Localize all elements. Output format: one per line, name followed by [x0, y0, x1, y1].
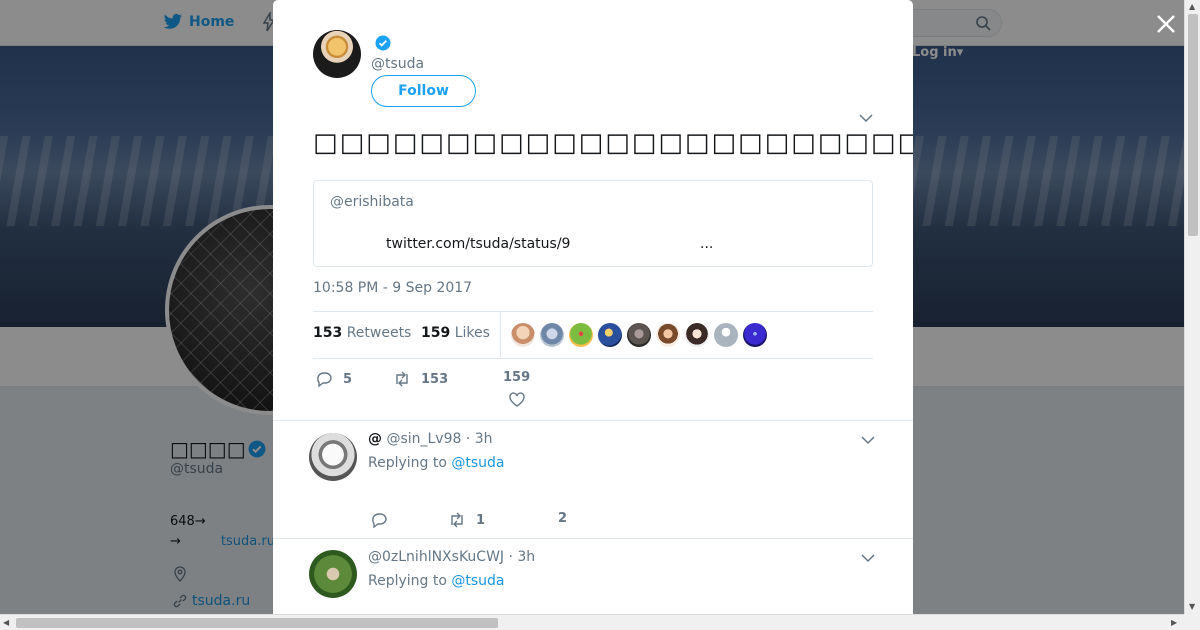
heart-icon [508, 392, 525, 407]
reply-button[interactable] [370, 511, 388, 529]
liker-avatar[interactable] [743, 323, 767, 347]
retweet-count: 1 [476, 512, 486, 528]
reply-icon [317, 372, 332, 388]
likes-label: Likes [454, 325, 490, 341]
replying-to-link[interactable]: @tsuda [451, 573, 504, 589]
stats-divider [500, 312, 501, 358]
replying-prefix: Replying to [368, 455, 447, 471]
replying-to-link[interactable]: @tsuda [451, 455, 504, 471]
horizontal-scroll-thumb[interactable] [16, 618, 498, 628]
reply-handle[interactable]: @sin_Lv98 [386, 431, 461, 447]
liker-avatar[interactable] [656, 323, 680, 347]
like-button[interactable]: 2 [558, 511, 567, 526]
tweet-text: □□□□□□□□□□□□□□□□□□□□□□□□□□□□□□□□□□□□□□□□… [313, 128, 913, 158]
quoted-user[interactable]: @erishibata [330, 194, 414, 210]
replying-prefix: Replying to [368, 573, 447, 589]
reply-header: @ @sin_Lv98 · 3h [368, 431, 493, 447]
reply-tweet[interactable]: @0zLnihlNXsKuCWJ · 3h Replying to @tsuda [273, 539, 913, 614]
tweet-modal: @tsuda Follow □□□□□□□□□□□□□□□□□□□□□□□□□□… [273, 0, 913, 614]
retweets-stat[interactable]: 153 Retweets [313, 325, 411, 341]
tweet-timestamp[interactable]: 10:58 PM - 9 Sep 2017 [313, 280, 472, 296]
likes-stat[interactable]: 159 Likes [421, 325, 490, 341]
reply-tweet[interactable]: @ @sin_Lv98 · 3h Replying to @tsuda 1 2 [273, 421, 913, 538]
verified-badge-icon [375, 35, 391, 51]
vertical-scrollbar[interactable]: ▲ ▼ [1184, 0, 1200, 614]
follow-button[interactable]: Follow [371, 75, 476, 107]
scroll-up-arrow-icon[interactable]: ▲ [1189, 2, 1195, 11]
retweet-count: 153 [421, 371, 449, 387]
like-count: 159 [503, 370, 531, 385]
vertical-scroll-thumb[interactable] [1188, 14, 1198, 236]
retweets-label: Retweets [346, 325, 412, 341]
retweet-icon [396, 371, 408, 387]
quoted-link[interactable]: twitter.com/tsuda/status/9 [386, 236, 570, 252]
replying-to: Replying to @tsuda [368, 455, 505, 471]
scroll-down-arrow-icon[interactable]: ▼ [1189, 602, 1195, 611]
reply-button[interactable]: 5 [315, 370, 352, 388]
likers-avatar-list [511, 323, 767, 347]
retweets-count: 153 [313, 325, 343, 341]
retweet-button[interactable]: 1 [448, 511, 485, 529]
liker-avatar[interactable] [714, 323, 738, 347]
reply-time[interactable]: · 3h [509, 549, 536, 565]
retweet-button[interactable]: 153 [393, 370, 448, 388]
liker-avatar[interactable] [511, 323, 535, 347]
close-icon[interactable] [1155, 13, 1177, 35]
liker-avatar[interactable] [627, 323, 651, 347]
author-avatar[interactable] [313, 30, 361, 78]
tweet-stats: 153 Retweets 159 Likes [313, 311, 873, 359]
scrollbar-corner [1184, 614, 1200, 630]
reply-header: @0zLnihlNXsKuCWJ · 3h [368, 549, 535, 565]
quoted-tweet-card[interactable]: @erishibata twitter.com/tsuda/status/9 .… [313, 180, 873, 267]
chevron-down-icon[interactable] [861, 435, 875, 445]
liker-avatar[interactable] [685, 323, 709, 347]
like-button[interactable]: 159 [503, 370, 530, 409]
quoted-ellipsis: ... [700, 236, 714, 252]
reply-icon [372, 513, 387, 529]
scroll-left-arrow-icon[interactable]: ◀ [3, 618, 9, 627]
retweet-icon [451, 512, 463, 528]
tweet-actions: 5 153 159 [313, 370, 873, 410]
reply-handle[interactable]: @0zLnihlNXsKuCWJ [368, 549, 504, 565]
reply-time[interactable]: · 3h [466, 431, 493, 447]
liker-avatar[interactable] [569, 323, 593, 347]
reply-count: 5 [343, 371, 353, 387]
scroll-right-arrow-icon[interactable]: ▶ [1171, 618, 1177, 627]
liker-avatar[interactable] [598, 323, 622, 347]
reply-avatar[interactable] [309, 433, 357, 481]
like-count: 2 [558, 511, 568, 526]
chevron-down-icon[interactable] [861, 553, 875, 563]
reply-name[interactable]: @ [368, 431, 382, 447]
likes-count: 159 [421, 325, 451, 341]
author-handle[interactable]: @tsuda [371, 56, 424, 72]
replying-to: Replying to @tsuda [368, 573, 505, 589]
liker-avatar[interactable] [540, 323, 564, 347]
chevron-down-icon[interactable] [859, 113, 873, 123]
horizontal-scrollbar[interactable]: ◀ ▶ [0, 614, 1184, 630]
reply-avatar[interactable] [309, 550, 357, 598]
